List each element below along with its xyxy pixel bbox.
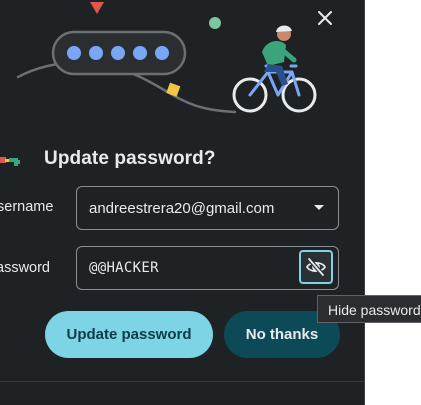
close-icon xyxy=(318,11,332,25)
username-value: andreestrera20@gmail.com xyxy=(89,199,275,217)
key-icon xyxy=(0,157,20,166)
update-password-dialog: Update password? sername andreestrera20@… xyxy=(0,0,365,405)
close-button[interactable] xyxy=(312,5,338,31)
eye-off-icon xyxy=(306,257,326,277)
password-label: assword xyxy=(0,260,50,276)
dialog-title: Update password? xyxy=(44,148,216,169)
update-password-button[interactable]: Update password xyxy=(45,311,213,358)
username-label: sername xyxy=(0,199,54,215)
chevron-down-icon xyxy=(314,205,324,210)
username-select[interactable]: andreestrera20@gmail.com xyxy=(76,186,339,230)
password-field[interactable]: @@HACKER xyxy=(76,246,339,290)
cyclist-illustration xyxy=(16,2,317,114)
footer-divider xyxy=(0,381,364,382)
hide-password-button[interactable] xyxy=(299,250,333,284)
hide-password-tooltip: Hide password xyxy=(317,295,421,323)
password-value: @@HACKER xyxy=(89,260,159,276)
